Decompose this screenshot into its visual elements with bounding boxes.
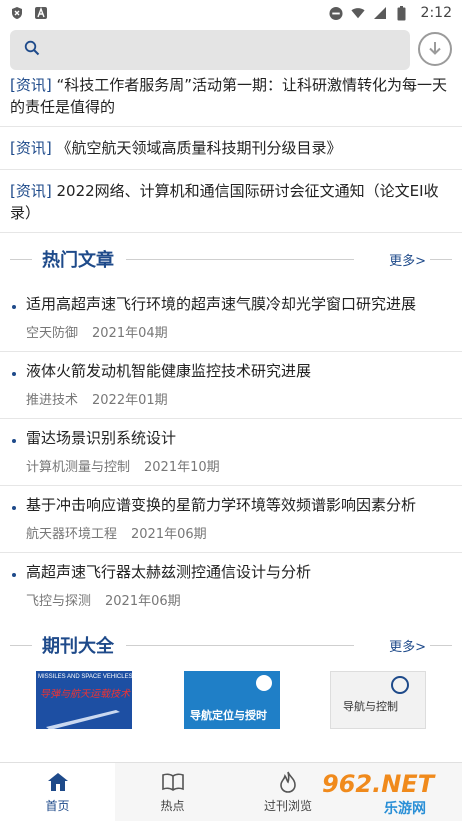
journal-cover[interactable]: MISSILES AND SPACE VEHICLES 导弹与航天运载技术: [36, 671, 132, 729]
nav-label: 过刊浏览: [263, 798, 312, 813]
shield-x-icon: [10, 6, 24, 20]
journal-cover[interactable]: 导航定位与授时: [184, 671, 280, 729]
logo-icon: [256, 675, 272, 691]
nav-label: 首页: [45, 798, 70, 813]
divider: [430, 645, 452, 646]
book-icon: [161, 771, 184, 793]
bullet-icon: [12, 506, 16, 510]
more-link[interactable]: 更多>: [389, 636, 426, 655]
journal-covers: MISSILES AND SPACE VEHICLES 导弹与航天运载技术 导航…: [0, 671, 462, 735]
journal-cover[interactable]: 导航与控制: [330, 671, 426, 729]
hot-articles-header: 热门文章 更多>: [0, 233, 462, 285]
journals-header: 期刊大全 更多>: [0, 619, 462, 671]
status-bar: 2:12: [0, 0, 462, 26]
bullet-icon: [12, 372, 16, 376]
issue: 2022年01期: [92, 393, 168, 408]
news-title: 《航空航天领域高质量科技期刊分级目录》: [51, 139, 342, 157]
article-title: 雷达场景识别系统设计: [26, 429, 177, 447]
bullet-icon: [12, 439, 16, 443]
divider: [126, 645, 354, 646]
article-meta: 空天防御 2021年04期: [26, 322, 442, 341]
issue: 2021年04期: [92, 326, 168, 341]
news-title: 2022网络、计算机和通信国际研讨会征文通知（论文EI收录）: [10, 182, 439, 222]
clock: 2:12: [420, 5, 452, 21]
nav-label: 热点: [160, 798, 185, 813]
watermark-text: 962.NET: [322, 770, 435, 798]
watermark: 962.NET 乐游网: [320, 766, 460, 818]
cover-title-cn: 导弹与航天运载技术: [40, 689, 130, 700]
bullet-icon: [12, 305, 16, 309]
article-item[interactable]: 液体火箭发动机智能健康监控技术研究进展 推进技术 2022年01期: [0, 352, 462, 419]
search-input[interactable]: [50, 42, 390, 58]
article-item[interactable]: 适用高超声速飞行环境的超声速气膜冷却光学窗口研究进展 空天防御 2021年04期: [0, 285, 462, 352]
journal-name: 空天防御: [26, 326, 79, 341]
divider: [126, 259, 354, 260]
news-item[interactable]: [资讯] 2022网络、计算机和通信国际研讨会征文通知（论文EI收录）: [0, 170, 462, 233]
article-item[interactable]: 基于冲击响应谱变换的星箭力学环境等效频谱影响因素分析 航天器环境工程 2021年0…: [0, 486, 462, 553]
article-title: 液体火箭发动机智能健康监控技术研究进展: [26, 362, 312, 380]
article-title: 基于冲击响应谱变换的星箭力学环境等效频谱影响因素分析: [26, 496, 417, 514]
journal-name: 计算机测量与控制: [26, 460, 131, 475]
article-item[interactable]: 雷达场景识别系统设计 计算机测量与控制 2021年10期: [0, 419, 462, 486]
article-meta: 计算机测量与控制 2021年10期: [26, 456, 442, 475]
news-tag: [资讯]: [10, 76, 52, 94]
letter-a-icon: [34, 6, 48, 20]
article-meta: 航天器环境工程 2021年06期: [26, 523, 442, 542]
divider: [10, 645, 32, 646]
logo-icon: [391, 676, 409, 694]
cover-title-cn: 导航与控制: [343, 700, 398, 713]
news-tag: [资讯]: [10, 182, 52, 200]
issue: 2021年10期: [144, 460, 220, 475]
issue: 2021年06期: [131, 527, 207, 542]
signal-icon: [373, 6, 387, 20]
news-item[interactable]: [资讯] 《航空航天领域高质量科技期刊分级目录》: [0, 127, 462, 170]
article-title: 适用高超声速飞行环境的超声速气膜冷却光学窗口研究进展: [26, 295, 417, 313]
main-content: [资讯] “科技工作者服务周”活动第一期：让科研激情转化为每一天的责任是值得的 …: [0, 74, 462, 762]
divider: [10, 259, 32, 260]
section-title: 期刊大全: [42, 636, 114, 657]
rocket-icon: [46, 710, 120, 729]
cover-title-en: MISSILES AND SPACE VEHICLES: [38, 674, 132, 680]
bullet-icon: [12, 573, 16, 577]
wifi-icon: [350, 6, 365, 20]
search-box[interactable]: [10, 30, 410, 70]
search-bar: [0, 26, 462, 74]
cover-title-cn: 导航定位与授时: [190, 709, 267, 722]
home-icon: [47, 771, 69, 793]
article-item[interactable]: 高超声速飞行器太赫兹测控通信设计与分析 飞控与探测 2021年06期: [0, 553, 462, 619]
journal-name: 推进技术: [26, 393, 79, 408]
issue: 2021年06期: [105, 594, 181, 609]
nav-home[interactable]: 首页: [0, 763, 115, 821]
journal-name: 航天器环境工程: [26, 527, 118, 542]
battery-icon: [395, 5, 409, 20]
download-icon[interactable]: [418, 32, 452, 66]
section-title: 热门文章: [42, 250, 114, 271]
more-link[interactable]: 更多>: [389, 250, 426, 269]
article-meta: 飞控与探测 2021年06期: [26, 590, 442, 609]
fire-icon: [277, 771, 299, 793]
do-not-disturb-icon: [329, 6, 343, 20]
divider: [430, 259, 452, 260]
news-item[interactable]: [资讯] “科技工作者服务周”活动第一期：让科研激情转化为每一天的责任是值得的: [0, 74, 462, 127]
news-tag: [资讯]: [10, 139, 52, 157]
watermark-subtext: 乐游网: [384, 801, 426, 817]
article-title: 高超声速飞行器太赫兹测控通信设计与分析: [26, 563, 312, 581]
article-meta: 推进技术 2022年01期: [26, 389, 442, 408]
journal-name: 飞控与探测: [26, 594, 92, 609]
news-title: “科技工作者服务周”活动第一期：让科研激情转化为每一天的责任是值得的: [10, 76, 448, 116]
search-icon: [24, 40, 40, 60]
nav-hot[interactable]: 热点: [115, 763, 230, 821]
